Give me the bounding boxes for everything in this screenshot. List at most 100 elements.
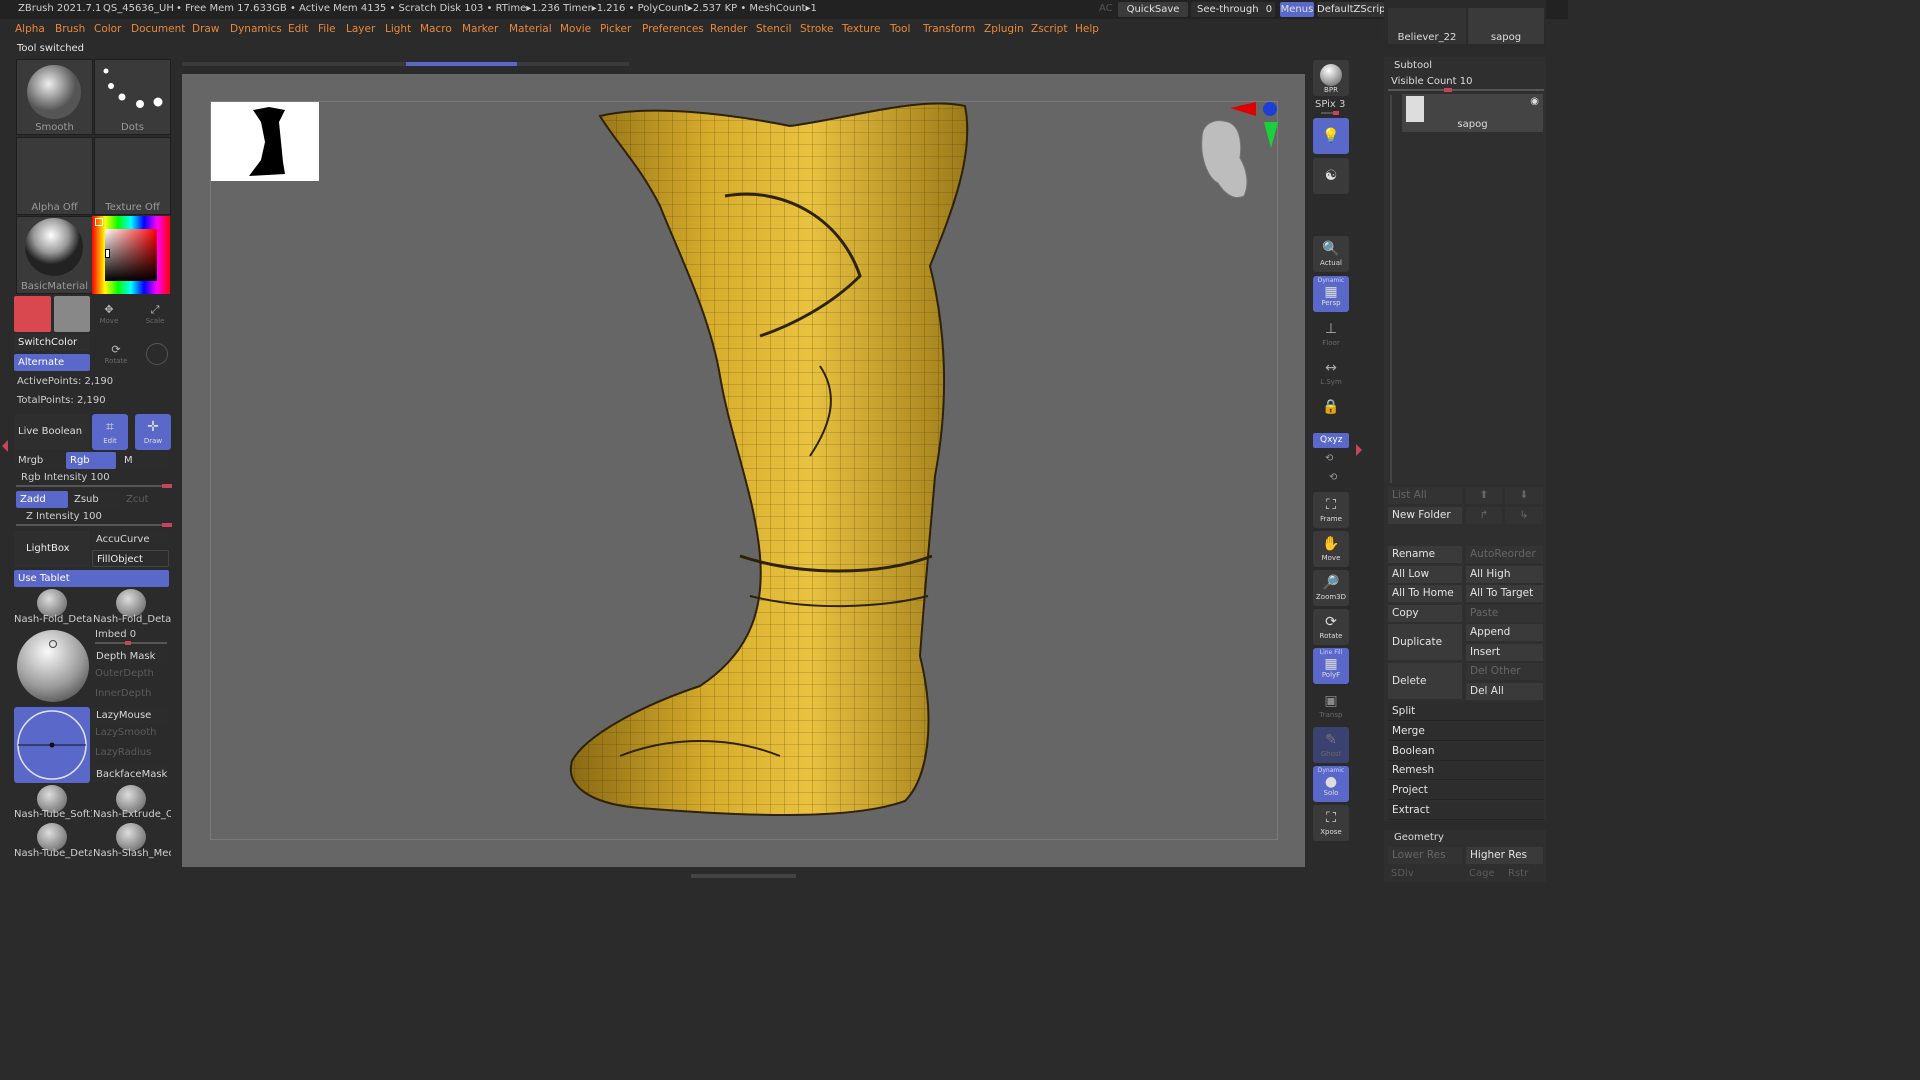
boolean-section[interactable]: Boolean xyxy=(1388,742,1544,761)
subtool-title[interactable]: Subtool xyxy=(1394,60,1432,71)
brush-picker[interactable]: Smooth xyxy=(16,59,93,135)
copy-button[interactable]: Copy xyxy=(1388,605,1462,622)
zadd-button[interactable]: Zadd xyxy=(16,491,68,508)
secondary-color-swatch[interactable] xyxy=(54,296,90,332)
folder-arrow-icon[interactable]: ↱ xyxy=(1466,507,1502,524)
duplicate-button[interactable]: Duplicate xyxy=(1388,624,1462,660)
subtool-list-scrollbar[interactable] xyxy=(1390,95,1392,483)
persp-button[interactable]: Dynamic ▦ Persp xyxy=(1313,276,1349,312)
switchcolor-button[interactable]: SwitchColor xyxy=(14,334,90,351)
fillobject-button[interactable]: FillObject xyxy=(92,550,169,567)
extract-section[interactable]: Extract xyxy=(1388,801,1544,820)
xpose-button[interactable]: ⛶ Xpose xyxy=(1313,805,1349,841)
actual-button[interactable]: 🔍 Actual xyxy=(1313,236,1349,272)
menu-transform[interactable]: Transform xyxy=(923,23,975,35)
lazymouse-preview[interactable] xyxy=(14,707,90,783)
frame-button[interactable]: ⛶ Frame xyxy=(1313,492,1349,528)
brush-slot-icon[interactable] xyxy=(116,589,146,617)
rotate-button[interactable]: ⟳ Rotate xyxy=(102,340,130,368)
folder-arrow-down-icon[interactable]: ↳ xyxy=(1505,507,1543,524)
menu-macro[interactable]: Macro xyxy=(420,23,452,35)
all-to-target-button[interactable]: All To Target xyxy=(1466,585,1543,602)
menu-picker[interactable]: Picker xyxy=(600,23,631,35)
list-all-button[interactable]: List All xyxy=(1388,487,1462,504)
tool-thumb-believer[interactable]: Believer_22 xyxy=(1388,8,1466,44)
move-view-button[interactable]: ✋ Move xyxy=(1313,531,1349,567)
visibility-eye-icon[interactable]: ◉ xyxy=(1530,96,1539,107)
rotate-view-button[interactable]: ⟳ Rotate xyxy=(1313,609,1349,645)
ghost-button[interactable]: ✎ Ghost xyxy=(1313,727,1349,763)
sticky-light-button[interactable]: 💡 xyxy=(1313,118,1349,154)
backfacemask-button[interactable]: BackfaceMask xyxy=(92,766,169,783)
material-preview-button[interactable]: ☯ xyxy=(1313,158,1349,194)
move-button[interactable]: ✥ Move xyxy=(95,300,123,328)
lower-res-button[interactable]: Lower Res xyxy=(1388,847,1462,864)
local-symmetry-button[interactable]: ↔ L.Sym xyxy=(1313,355,1349,391)
document-scroll-thumb[interactable] xyxy=(406,62,517,66)
tool-thumb-sapog[interactable]: sapog xyxy=(1468,8,1544,44)
remesh-section[interactable]: Remesh xyxy=(1388,761,1544,780)
menu-color[interactable]: Color xyxy=(94,23,121,35)
edit-button[interactable]: ⌗ Edit xyxy=(92,414,128,450)
zcut-button[interactable]: Zcut xyxy=(122,491,168,508)
rotate-z-icon[interactable]: ⟲ xyxy=(1329,472,1337,483)
document-scrollbar[interactable] xyxy=(182,62,629,66)
color-saturation-square[interactable] xyxy=(105,229,157,281)
imbed-slider[interactable] xyxy=(95,641,167,645)
new-folder-button[interactable]: New Folder xyxy=(1388,507,1462,524)
rotate-y-icon[interactable]: ⟲ xyxy=(1325,453,1333,464)
delete-button[interactable]: Delete xyxy=(1388,663,1462,699)
menu-document[interactable]: Document xyxy=(131,23,185,35)
del-other-button[interactable]: Del Other xyxy=(1466,663,1543,680)
see-through-slider[interactable]: See-through 0 xyxy=(1191,2,1275,17)
all-low-button[interactable]: All Low xyxy=(1388,566,1462,583)
stroke-picker[interactable]: Dots xyxy=(94,59,171,135)
menu-preferences[interactable]: Preferences xyxy=(642,23,704,35)
transp-button[interactable]: ▣ Transp xyxy=(1313,688,1349,724)
rgb-intensity-slider[interactable] xyxy=(16,484,172,488)
draw-button[interactable]: ✛ Draw xyxy=(135,414,171,450)
geometry-title[interactable]: Geometry xyxy=(1394,832,1444,843)
move-up-arrow-icon[interactable]: ⬆ xyxy=(1466,487,1502,504)
quicksave-button[interactable]: QuickSave xyxy=(1118,2,1188,17)
right-tray-toggle-icon[interactable] xyxy=(1356,444,1362,456)
menus-button[interactable]: Menus xyxy=(1280,2,1314,17)
bottom-tray-handle[interactable] xyxy=(691,874,796,878)
alpha-picker[interactable]: Alpha Off xyxy=(16,137,93,215)
brush-slot-icon[interactable] xyxy=(116,823,146,851)
lightbox-button[interactable]: LightBox xyxy=(14,531,90,567)
visible-count-slider[interactable] xyxy=(1388,88,1544,92)
menu-texture[interactable]: Texture xyxy=(842,23,880,35)
lock-button[interactable]: 🔒 xyxy=(1313,394,1349,430)
depth-mask-button[interactable]: Depth Mask xyxy=(92,648,169,665)
menu-render[interactable]: Render xyxy=(710,23,747,35)
menu-light[interactable]: Light xyxy=(385,23,411,35)
default-zscript-button[interactable]: DefaultZScript xyxy=(1317,2,1389,17)
menu-material[interactable]: Material xyxy=(509,23,552,35)
menu-layer[interactable]: Layer xyxy=(346,23,375,35)
alternate-button[interactable]: Alternate xyxy=(14,354,90,371)
left-tray-toggle-icon[interactable] xyxy=(2,440,8,452)
use-tablet-button[interactable]: Use Tablet xyxy=(14,570,169,587)
move-down-arrow-icon[interactable]: ⬇ xyxy=(1505,487,1543,504)
spix-slider[interactable] xyxy=(1321,111,1339,115)
menu-dynamics[interactable]: Dynamics xyxy=(230,23,282,35)
menu-edit[interactable]: Edit xyxy=(288,23,308,35)
menu-movie[interactable]: Movie xyxy=(560,23,591,35)
live-boolean-button[interactable]: Live Boolean xyxy=(14,414,90,450)
accucurve-button[interactable]: AccuCurve xyxy=(92,531,169,548)
subtool-item[interactable]: sapog ◉ xyxy=(1402,94,1543,132)
xyz-button[interactable]: Qxyz xyxy=(1313,433,1349,448)
orientation-head-gizmo[interactable] xyxy=(1190,98,1282,206)
append-button[interactable]: Append xyxy=(1466,624,1543,641)
zoom3d-button[interactable]: 🔎 Zoom3D xyxy=(1313,570,1349,606)
menu-zscript[interactable]: Zscript xyxy=(1031,23,1067,35)
insert-button[interactable]: Insert xyxy=(1466,644,1543,661)
color-picker[interactable] xyxy=(92,216,170,294)
menu-tool[interactable]: Tool xyxy=(890,23,910,35)
menu-stroke[interactable]: Stroke xyxy=(800,23,833,35)
brush-slot-icon[interactable] xyxy=(37,823,67,851)
del-all-button[interactable]: Del All xyxy=(1466,683,1543,700)
project-section[interactable]: Project xyxy=(1388,781,1544,800)
m-button[interactable]: M xyxy=(120,452,168,469)
